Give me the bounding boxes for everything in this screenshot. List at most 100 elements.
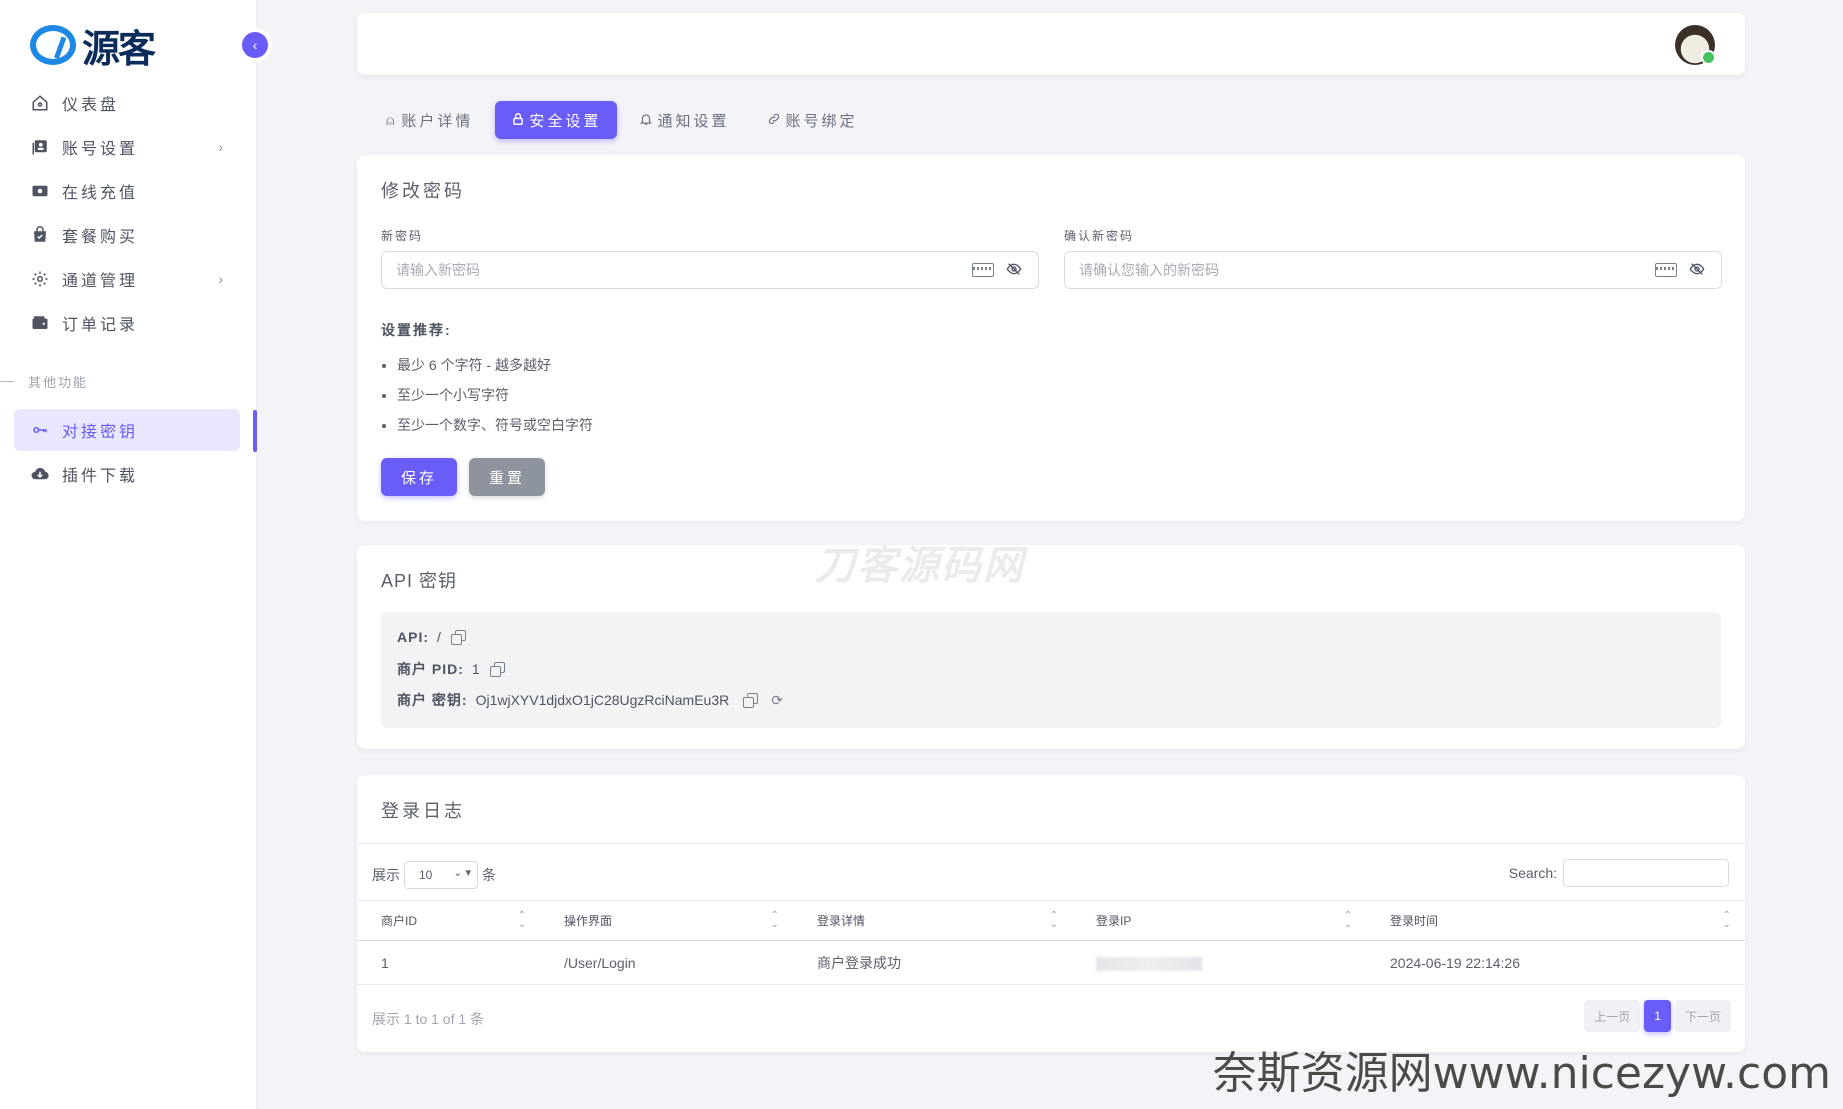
sidebar-item-api-key[interactable]: 对接密钥 (14, 409, 240, 451)
card-title: 登录日志 (381, 801, 465, 821)
tab-account-details[interactable]: ⍝ 账户详情 (370, 101, 489, 139)
sort-icon: ⌃ ⌄ (1343, 910, 1352, 930)
avatar[interactable] (1675, 25, 1716, 65)
chevron-right-icon: › (218, 139, 226, 155)
sidebar-item-packages[interactable]: 套餐购买 (14, 214, 240, 256)
sort-icon: ⌃ ⌄ (1722, 910, 1731, 930)
table-header-row: 商户ID ⌃ ⌄ 操作界面 ⌃ ⌄ 登录详情 ⌃ ⌄ 登录IP ⌃ ⌄ 登录时间 ⌃ ⌄ (357, 900, 1745, 941)
logo[interactable]: 源客 (30, 24, 156, 71)
column-label: 登录时间 (1390, 914, 1439, 928)
length-prefix: 展示 (372, 867, 400, 883)
sort-icon: ⌃ ⌄ (1049, 910, 1058, 930)
bell-icon (639, 112, 653, 129)
key-value: Oj1wjXYV1djdxO1jC28UgzRciNamEu3R (475, 692, 730, 708)
next-page-button[interactable]: 下一页 (1674, 1000, 1731, 1032)
redacted-ip (1096, 956, 1202, 971)
key-label: 商户 密钥: (397, 692, 468, 708)
column-header-page[interactable]: 操作界面 ⌃ ⌄ (540, 900, 793, 941)
tab-security-settings[interactable]: 安全设置 (495, 101, 618, 139)
chevron-right-icon: › (218, 271, 226, 287)
tab-label: 账号绑定 (785, 112, 858, 130)
cell-page: /User/Login (540, 940, 793, 985)
tab-label: 账户详情 (401, 112, 474, 130)
list-item: 至少一个小写字符 (397, 385, 593, 405)
page-length-select[interactable]: 10 (404, 861, 478, 889)
pid-label: 商户 PID: (397, 661, 464, 677)
column-header-ip[interactable]: 登录IP ⌃ ⌄ (1072, 900, 1366, 941)
column-header-detail[interactable]: 登录详情 ⌃ ⌄ (793, 900, 1072, 941)
link-icon (767, 112, 781, 129)
topbar (357, 13, 1745, 75)
new-password-input[interactable] (382, 252, 1038, 288)
sidebar-item-label: 对接密钥 (62, 424, 139, 441)
merchant-pid-row: 商户 PID: 1 (397, 659, 505, 679)
sidebar: 源客 仪表盘 账号设置 › 在线充值 套餐购买 通道管理 › 订单记录 其他功能… (0, 0, 257, 1109)
collapse-sidebar-button[interactable]: ‹ (242, 32, 268, 58)
pid-value: 1 (471, 661, 480, 677)
tab-notification-settings[interactable]: 通知设置 (623, 101, 745, 139)
table-row: 1 /User/Login 商户登录成功 2024-06-19 22:14:26 (357, 940, 1745, 985)
shopping-bag-icon (30, 225, 50, 245)
sidebar-item-plugin-download[interactable]: 插件下载 (14, 453, 240, 495)
sidebar-item-label: 账号设置 (62, 141, 139, 158)
sidebar-item-label: 仪表盘 (62, 97, 120, 114)
chevron-left-icon: ‹ (252, 37, 258, 53)
tab-label: 安全设置 (529, 112, 602, 130)
confirm-password-input[interactable] (1065, 252, 1721, 288)
tab-label: 通知设置 (657, 112, 730, 130)
settings-tabs: ⍝ 账户详情 安全设置 通知设置 账号绑定 (370, 101, 879, 139)
sidebar-item-account-settings[interactable]: 账号设置 › (14, 126, 240, 168)
confirm-password-label: 确认新密码 (1064, 229, 1135, 243)
table-info: 展示 1 to 1 of 1 条 (372, 1011, 485, 1027)
id-card-icon (30, 137, 50, 157)
copy-icon[interactable] (450, 630, 466, 645)
sidebar-item-dashboard[interactable]: 仪表盘 (14, 82, 240, 124)
refresh-icon[interactable]: ⟳ (771, 692, 783, 709)
section-label: 其他功能 (0, 372, 88, 391)
api-value: / (437, 629, 441, 645)
sidebar-item-orders[interactable]: 订单记录 (14, 302, 240, 344)
api-url-row: API: / (397, 629, 466, 645)
api-key-card: API 密钥 API: / 商户 PID: 1 商户 密钥: Oj1wjXYV1… (357, 545, 1745, 749)
eye-off-icon[interactable] (1689, 261, 1707, 279)
footer-watermark: 奈斯资源网www.nicezyw.com (1212, 1048, 1831, 1099)
sidebar-item-label: 插件下载 (62, 468, 139, 485)
wallet-icon (30, 313, 50, 333)
confirm-password-field (1064, 251, 1722, 289)
column-label: 登录详情 (817, 914, 866, 928)
watermark-text: 刀客源码网 (815, 544, 1025, 588)
column-label: 商户ID (381, 914, 418, 928)
column-label: 操作界面 (564, 914, 613, 928)
user-icon: ⍝ (386, 111, 398, 128)
page-length-control: 展示 10 条 (372, 861, 496, 889)
merchant-key-row: 商户 密钥: Oj1wjXYV1djdxO1jC28UgzRciNamEu3R … (397, 690, 783, 710)
keyboard-icon[interactable] (1655, 263, 1677, 277)
keyboard-icon[interactable] (972, 263, 994, 277)
card-title: 修改密码 (381, 181, 465, 201)
copy-icon[interactable] (743, 693, 759, 708)
new-password-label: 新密码 (381, 229, 424, 243)
eye-off-icon[interactable] (1006, 261, 1024, 279)
sidebar-item-label: 订单记录 (62, 317, 139, 334)
reset-button[interactable]: 重置 (469, 458, 545, 496)
column-header-time[interactable]: 登录时间 ⌃ ⌄ (1366, 900, 1745, 941)
logo-icon (30, 25, 76, 65)
column-header-merchant-id[interactable]: 商户ID ⌃ ⌄ (357, 900, 540, 941)
save-button[interactable]: 保存 (381, 458, 457, 496)
search-label: Search: (1508, 865, 1557, 881)
sidebar-item-channels[interactable]: 通道管理 › (14, 258, 240, 300)
tab-account-binding[interactable]: 账号绑定 (751, 101, 873, 139)
api-label: API: (397, 629, 429, 645)
sidebar-item-recharge[interactable]: 在线充值 (14, 170, 240, 212)
logo-text: 源客 (82, 26, 156, 71)
table-search: Search: (1509, 859, 1729, 887)
cell-detail: 商户登录成功 (793, 940, 1072, 985)
card-title: API 密钥 (381, 571, 458, 591)
change-password-card: 修改密码 新密码 确认新密码 设置推荐: 最少 6 个字符 - 越多越好 至少一… (357, 155, 1745, 521)
prev-page-button[interactable]: 上一页 (1584, 1000, 1641, 1032)
cloud-download-icon (30, 464, 50, 484)
login-log-table: 商户ID ⌃ ⌄ 操作界面 ⌃ ⌄ 登录详情 ⌃ ⌄ 登录IP ⌃ ⌄ 登录时间 ⌃ ⌄ 1 /Us… (357, 900, 1745, 985)
copy-icon[interactable] (489, 662, 505, 677)
page-button-current[interactable]: 1 (1644, 1000, 1671, 1032)
search-input[interactable] (1563, 859, 1729, 887)
